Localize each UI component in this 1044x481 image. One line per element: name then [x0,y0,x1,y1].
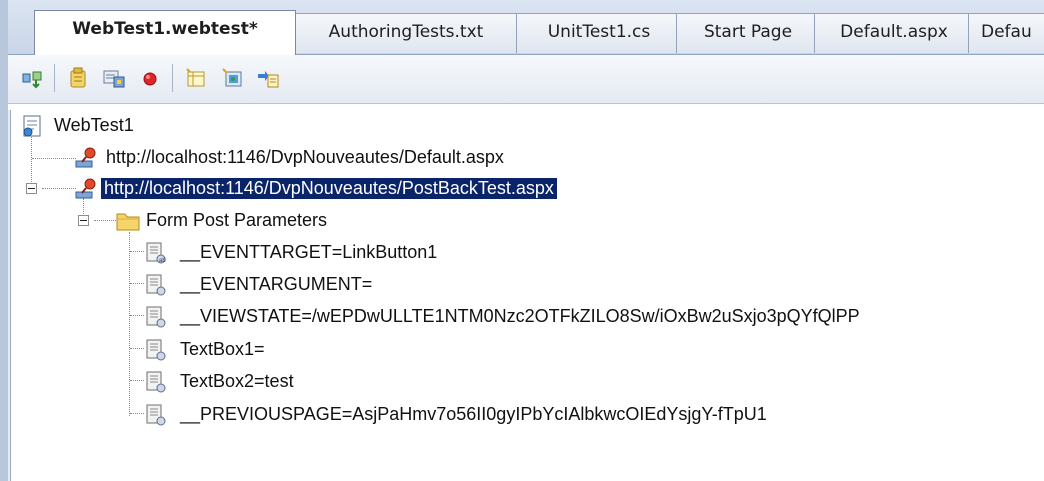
tree-node-label: Form Post Parameters [146,210,328,230]
tree-connector [130,283,144,284]
tab-default-truncated[interactable]: Defau [968,13,1044,53]
add-datasource-icon[interactable] [184,66,208,90]
tree-node-label: WebTest1 [54,115,134,135]
tree-node-request-default[interactable]: http://localhost:1146/DvpNouveautes/Defa… [74,144,634,174]
collapse-form-post-toggle[interactable] [78,215,89,226]
request-icon [74,176,100,207]
parameter-icon [144,370,168,399]
tree-connector [42,188,76,189]
tree-node-label: http://localhost:1146/DvpNouveautes/Defa… [106,147,504,167]
tree-node-label: __PREVIOUSPAGE=AsjPaHmv7o56II0gyIPbYcIAl… [180,404,767,424]
tree-connector [130,348,144,349]
webtest-editor-window: WebTest1.webtest* AuthoringTests.txt Uni… [0,0,1044,481]
tree-node-param[interactable]: TextBox1= [144,336,844,366]
tree-node-param[interactable]: __VIEWSTATE=/wEPDwULLTE1NTM0Nzc2OTFkZILO… [144,303,1024,333]
tree-left-border [8,110,11,481]
tree-node-form-post-parameters[interactable]: Form Post Parameters [116,207,416,237]
add-rule-icon[interactable] [66,66,90,90]
tree-connector [94,220,118,221]
tree-node-request-postbacktest[interactable]: http://localhost:1146/DvpNouveautes/Post… [74,175,694,205]
tree-node-param[interactable]: __EVENTARGUMENT= [144,271,844,301]
parameter-icon [144,305,168,334]
tree-node-label: __VIEWSTATE=/wEPDwULLTE1NTM0Nzc2OTFkZILO… [180,306,860,326]
svg-text:ab: ab [159,258,166,264]
tree-node-param[interactable]: TextBox2=test [144,368,844,398]
tab-label: Defau [981,22,1032,42]
tab-unittest1[interactable]: UnitTest1.cs [516,13,682,53]
tab-label: AuthoringTests.txt [328,22,484,42]
add-request-icon[interactable] [220,66,244,90]
tab-label: WebTest1.webtest* [72,19,258,39]
toolbar-separator [172,64,173,92]
tab-webtest1[interactable]: WebTest1.webtest* [34,10,296,55]
insert-transaction-icon[interactable] [256,66,280,90]
tab-start-page[interactable]: Start Page [676,13,820,53]
tree-node-label: __EVENTTARGET=LinkButton1 [180,242,438,262]
tab-label: Default.aspx [840,22,948,42]
folder-icon [116,210,140,237]
request-icon [74,145,100,176]
toolbar-separator [54,64,55,92]
parameter-icon: ab [144,241,168,270]
tree-node-label: TextBox2=test [180,371,294,391]
tree-node-label: __EVENTARGUMENT= [180,274,373,294]
tree-connector [32,158,76,159]
record-icon[interactable] [138,66,162,90]
tree-connector [129,232,130,416]
tab-authoringtests[interactable]: AuthoringTests.txt [290,13,522,53]
parameter-icon [144,273,168,302]
parameter-icon [144,338,168,367]
parameter-icon [144,403,168,432]
parameterize-icon[interactable] [102,66,126,90]
tree-connector [130,413,144,414]
tree-connector [130,380,144,381]
tab-default-aspx[interactable]: Default.aspx [814,13,974,53]
tab-label: UnitTest1.cs [547,22,651,42]
collapse-request-toggle[interactable] [26,183,37,194]
webtest-icon [20,114,44,143]
tab-label: Start Page [703,22,793,42]
request-tree: WebTest1 http://localhost:1146/DvpNouvea… [12,108,1032,478]
tree-connector [130,315,144,316]
tree-node-param[interactable]: ab __EVENTTARGET=LinkButton1 [144,239,844,269]
tree-connector [130,251,144,252]
document-tab-strip: WebTest1.webtest* AuthoringTests.txt Uni… [8,0,1044,55]
run-test-icon[interactable] [20,66,44,90]
webtest-toolbar [8,55,1044,104]
tree-node-label: http://localhost:1146/DvpNouveautes/Post… [101,178,557,199]
tree-node-label: TextBox1= [180,339,265,359]
tree-node-webtest1[interactable]: WebTest1 [20,112,320,142]
window-left-border [0,0,8,481]
tree-node-param[interactable]: __PREVIOUSPAGE=AsjPaHmv7o56II0gyIPbYcIAl… [144,401,944,431]
